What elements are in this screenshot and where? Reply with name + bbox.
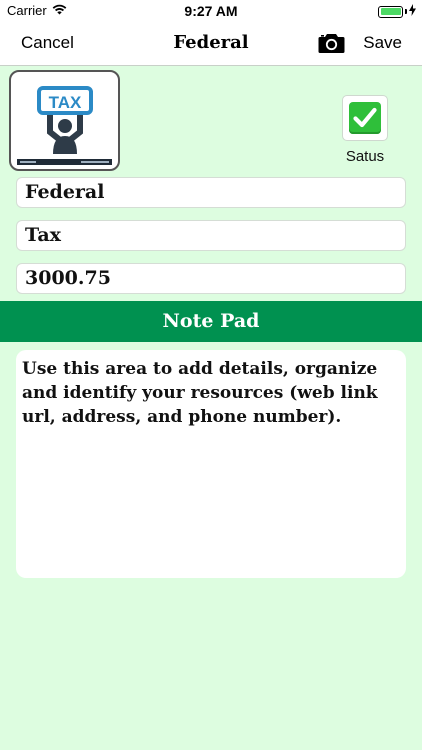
battery-icon xyxy=(378,5,403,18)
notepad-textarea[interactable]: Use this area to add details, organize a… xyxy=(16,350,406,578)
notepad-header: Note Pad xyxy=(0,301,422,342)
name-field[interactable]: Federal xyxy=(16,177,406,208)
person-holding-tax-sign-icon: TAX xyxy=(19,78,110,163)
camera-icon[interactable] xyxy=(318,32,345,59)
category-field[interactable]: Tax xyxy=(16,220,406,251)
navigation-bar: Cancel Federal Save xyxy=(0,22,422,66)
status-checkbox[interactable] xyxy=(342,95,388,141)
green-checkmark-icon xyxy=(349,102,381,134)
charging-bolt-icon xyxy=(409,4,416,19)
status-label: Satus xyxy=(345,148,385,165)
cancel-button[interactable]: Cancel xyxy=(21,33,74,53)
status-bar: Carrier 9:27 AM xyxy=(0,0,422,22)
amount-field[interactable]: 3000.75 xyxy=(16,263,406,294)
category-image[interactable]: TAX xyxy=(9,70,120,171)
image-caption-strip xyxy=(17,159,112,165)
tax-sign-text: TAX xyxy=(49,93,82,112)
status-right xyxy=(378,4,416,19)
clock: 9:27 AM xyxy=(184,3,238,19)
save-button[interactable]: Save xyxy=(363,33,402,53)
